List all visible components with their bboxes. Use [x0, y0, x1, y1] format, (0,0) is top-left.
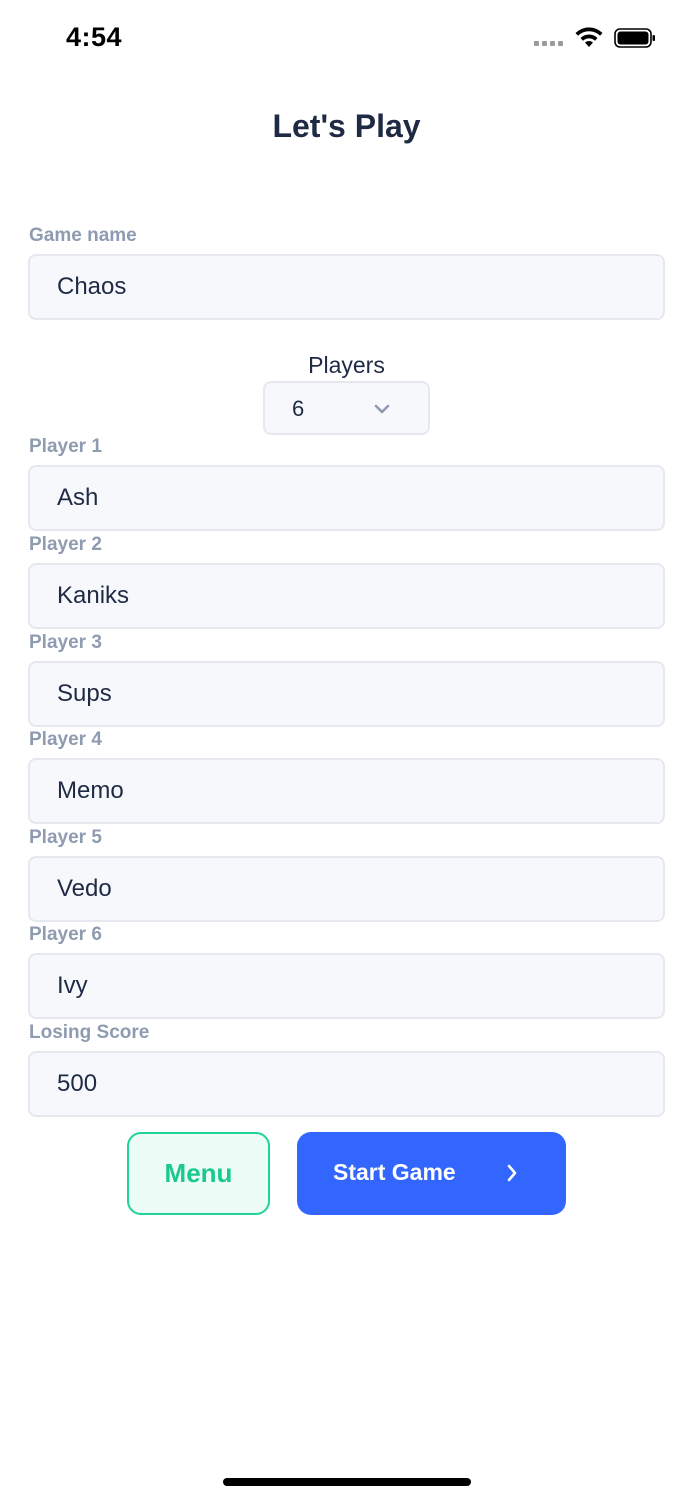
player-2-label: Player 2 [29, 534, 102, 555]
player-5-input[interactable]: Vedo [28, 856, 665, 922]
player-1-input[interactable]: Ash [28, 465, 665, 531]
cellular-signal-icon [534, 41, 566, 47]
players-selected-value: 6 [292, 396, 305, 421]
home-indicator[interactable] [223, 1478, 471, 1486]
menu-button[interactable]: Menu [127, 1132, 270, 1215]
start-game-button[interactable]: Start Game [297, 1132, 566, 1215]
player-3-label: Player 3 [29, 632, 102, 653]
page-title: Let's Play [272, 108, 421, 144]
wifi-icon [575, 27, 603, 47]
player-5-label: Player 5 [29, 827, 102, 848]
player-6-label: Player 6 [29, 924, 102, 945]
game-name-label: Game name [29, 225, 137, 246]
players-dropdown[interactable]: 6 [263, 381, 430, 435]
game-name-input[interactable]: Chaos [28, 254, 665, 320]
chevron-down-icon [374, 404, 390, 414]
players-label: Players [308, 352, 385, 378]
player-1-label: Player 1 [29, 436, 102, 457]
player-3-input[interactable]: Sups [28, 661, 665, 727]
player-4-label: Player 4 [29, 729, 102, 750]
player-2-input[interactable]: Kaniks [28, 563, 665, 629]
losing-score-label: Losing Score [29, 1022, 150, 1043]
status-bar: 4:54 [0, 0, 693, 80]
player-6-input[interactable]: Ivy [28, 953, 665, 1019]
player-4-input[interactable]: Memo [28, 758, 665, 824]
status-time: 4:54 [66, 22, 123, 52]
battery-icon [614, 28, 655, 48]
losing-score-input[interactable]: 500 [28, 1051, 665, 1117]
chevron-right-icon [507, 1164, 517, 1182]
start-game-label: Start Game [333, 1159, 456, 1185]
